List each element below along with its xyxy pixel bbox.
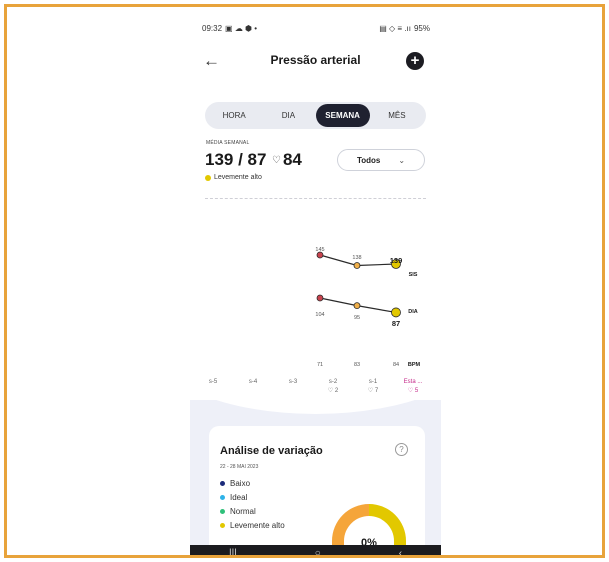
- divider: [205, 198, 426, 199]
- tab-mes[interactable]: MÊS: [370, 104, 424, 127]
- legend-item: Baixo: [220, 476, 285, 490]
- tab-hora[interactable]: HORA: [207, 104, 261, 127]
- week-item[interactable]: s-2 ♡ 2: [318, 378, 348, 396]
- status-dot: [205, 174, 211, 181]
- home-icon[interactable]: ○: [315, 548, 321, 556]
- legend-dot: [220, 508, 225, 514]
- heart-icon: ♡: [272, 154, 281, 166]
- bp-status: Levemente alto: [205, 174, 262, 181]
- legend-dot: [220, 494, 225, 500]
- data-point: [316, 294, 324, 302]
- bpm-label: 84: [393, 362, 399, 368]
- screenshot-frame: 09:32 ▣ ☁ ⬢ • ▤ ◇ ≡ .ıı 95% ← Pressão ar…: [4, 4, 605, 558]
- legend-dot: [220, 480, 225, 486]
- series-tag: SIS: [409, 272, 418, 278]
- card-title: Análise de variação: [220, 445, 323, 457]
- phone-screen: 09:32 ▣ ☁ ⬢ • ▤ ◇ ≡ .ıı 95% ← Pressão ar…: [190, 14, 441, 556]
- back-nav-icon[interactable]: ‹: [399, 548, 402, 556]
- recents-icon[interactable]: |||: [229, 548, 237, 556]
- legend-item: Normal: [220, 504, 285, 518]
- blood-pressure-value: 139 / 87: [205, 150, 267, 169]
- bpm-unit-label: BPM: [408, 362, 421, 368]
- bpm-label: 83: [354, 362, 360, 368]
- series-tag: DIA: [408, 309, 418, 315]
- bp-chart: 145 138 139 SIS 104 95 87 DIA 71 83 84 BPM: [315, 247, 421, 368]
- signal-icons: ▤ ◇ ≡ .ıı: [379, 23, 411, 33]
- week-selector: s-5 s-4 s-3 s-2 ♡ 2 s-1 ♡ 7 Esta ... ♡ 5: [198, 378, 428, 396]
- date-range: 22 - 28 MAI 2023: [220, 464, 259, 470]
- chevron-down-icon: ⌄: [398, 155, 406, 165]
- battery-level: 95%: [413, 23, 430, 33]
- filter-selected: Todos: [356, 155, 381, 165]
- variation-analysis-card: Análise de variação ? 22 - 28 MAI 2023 B…: [209, 426, 425, 555]
- filter-dropdown[interactable]: Todos ⌄: [337, 149, 425, 171]
- week-item[interactable]: s-3: [278, 378, 308, 396]
- week-item-current[interactable]: Esta ... ♡ 5: [398, 378, 428, 396]
- data-point: [353, 302, 361, 310]
- data-label: 87: [392, 319, 400, 328]
- status-bar: 09:32 ▣ ☁ ⬢ • ▤ ◇ ≡ .ıı 95%: [202, 22, 430, 34]
- data-label: 145: [315, 247, 324, 253]
- data-label: 139: [390, 256, 403, 265]
- bp-status-label: Levemente alto: [214, 174, 262, 181]
- week-item[interactable]: s-4: [238, 378, 268, 396]
- legend-item: Ideal: [220, 490, 285, 504]
- add-measurement-button[interactable]: +: [406, 52, 424, 70]
- status-time: 09:32: [202, 23, 223, 33]
- tab-semana[interactable]: SEMANA: [315, 104, 370, 127]
- tab-dia[interactable]: DIA: [261, 104, 315, 127]
- legend: Baixo Ideal Normal Levemente alto: [220, 476, 285, 532]
- bpm-label: 71: [317, 362, 323, 368]
- help-icon[interactable]: ?: [395, 443, 408, 456]
- page-title: Pressão arterial: [270, 53, 361, 67]
- week-item[interactable]: s-1 ♡ 7: [358, 378, 388, 396]
- system-nav-bar: ||| ○ ‹: [190, 545, 441, 556]
- legend-dot: [220, 522, 225, 528]
- data-point: [353, 262, 361, 269]
- period-tabs: HORA DIA SEMANA MÊS: [205, 102, 426, 129]
- legend-item: Levemente alto: [220, 518, 285, 532]
- data-label: 138: [352, 255, 361, 261]
- heart-rate-value: ♡ 84: [272, 150, 302, 170]
- data-point: [391, 307, 401, 318]
- data-label: 95: [354, 315, 360, 321]
- heart-rate-number: 84: [282, 150, 302, 169]
- period-label: MÉDIA SEMANAL: [206, 140, 250, 146]
- notification-icons: ▣ ☁ ⬢ •: [225, 23, 258, 33]
- week-item[interactable]: s-5: [198, 378, 228, 396]
- data-label: 104: [315, 312, 324, 318]
